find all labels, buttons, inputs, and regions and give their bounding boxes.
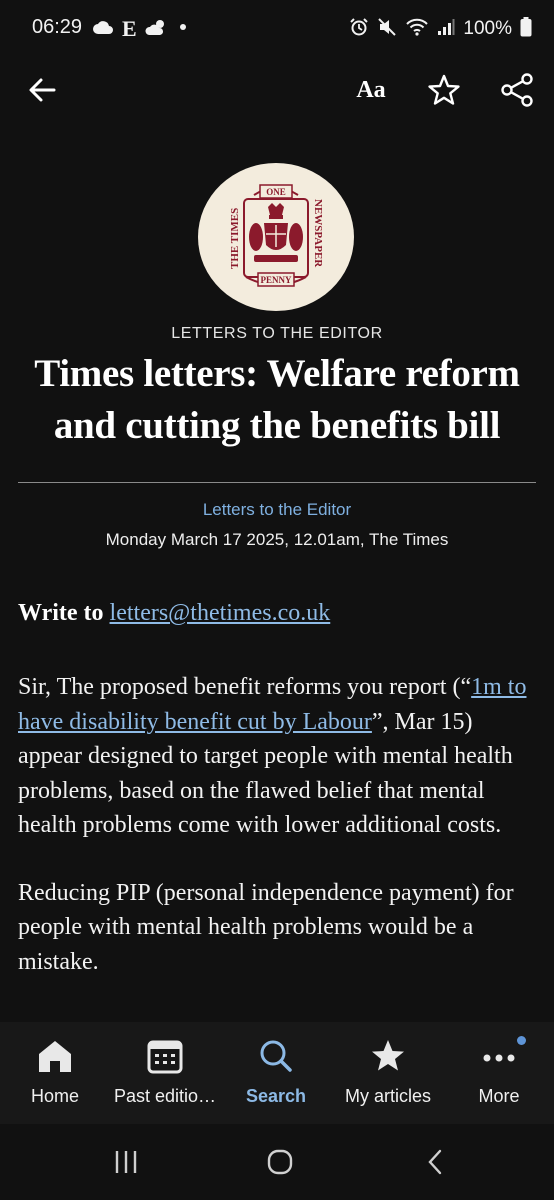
- svg-text:NEWSPAPER: NEWSPAPER: [312, 199, 324, 268]
- nav-label-search: Search: [245, 1086, 307, 1106]
- notification-dot: [517, 1036, 526, 1045]
- battery-percent: 100%: [463, 18, 512, 39]
- byline-section-link[interactable]: Letters to the Editor: [0, 500, 554, 520]
- system-back-button[interactable]: [420, 1146, 452, 1178]
- star-filled-icon: [368, 1036, 408, 1076]
- article-paragraph-1: Sir, The proposed benefit reforms you re…: [18, 670, 538, 843]
- arrow-left-icon: [29, 78, 56, 102]
- nav-item-more[interactable]: More: [444, 1022, 554, 1124]
- status-left-icons: E: [92, 16, 189, 42]
- header-divider: [18, 482, 536, 483]
- nav-item-search[interactable]: Search: [220, 1022, 332, 1124]
- times-logo: ONE PENNY THE TIMES NEWSPAPER: [198, 163, 354, 311]
- nav-label-my-articles: My articles: [344, 1086, 431, 1106]
- recent-apps-icon: [115, 1151, 137, 1173]
- nav-label-past-editions: Past editio…: [113, 1086, 217, 1106]
- system-nav-bar: [0, 1124, 554, 1200]
- mute-icon: [377, 17, 397, 42]
- write-to-prefix: Write to: [18, 600, 104, 626]
- font-size-button[interactable]: Aa: [350, 72, 392, 108]
- svg-text:ONE: ONE: [266, 187, 286, 197]
- weather-icon: [145, 17, 169, 42]
- dot-icon: [177, 20, 189, 38]
- share-button[interactable]: [497, 70, 537, 110]
- letters-email-link[interactable]: letters@thetimes.co.uk: [110, 600, 331, 626]
- svg-text:THE TIMES: THE TIMES: [229, 208, 241, 269]
- share-icon: [501, 73, 533, 107]
- nav-label-more: More: [478, 1086, 520, 1106]
- svg-text:PENNY: PENNY: [261, 275, 292, 285]
- search-icon: [256, 1036, 296, 1076]
- cloud-icon: [92, 19, 114, 40]
- nav-item-my-articles[interactable]: My articles: [332, 1022, 444, 1124]
- paragraph-1-before: Sir, The proposed benefit reforms you re…: [18, 674, 472, 700]
- write-to-line: Write to letters@thetimes.co.uk: [18, 600, 538, 627]
- wifi-icon: [405, 17, 429, 42]
- more-icon: [479, 1036, 519, 1076]
- e-letter-icon: E: [122, 16, 137, 41]
- chevron-left-icon: [428, 1149, 442, 1175]
- nav-item-past-editions[interactable]: Past editio…: [110, 1022, 220, 1124]
- status-right: 100%: [349, 16, 532, 42]
- home-system-button[interactable]: [264, 1146, 296, 1178]
- alarm-icon: [349, 17, 369, 42]
- star-outline-icon: [428, 74, 460, 105]
- byline-date: Monday March 17 2025, 12.01am, The Times: [105, 530, 449, 549]
- bottom-nav: Home Past editio… Search My articles Mor…: [0, 1022, 554, 1124]
- article-headline: Times letters: Welfare reform and cuttin…: [34, 352, 520, 447]
- status-time: 06:29: [32, 16, 83, 38]
- calendar-icon: [145, 1036, 185, 1076]
- home-circle-icon: [267, 1149, 293, 1175]
- article-body: Sir, The proposed benefit reforms you re…: [18, 670, 538, 1022]
- nav-item-home[interactable]: Home: [0, 1022, 110, 1124]
- battery-icon: [520, 16, 532, 42]
- home-icon: [35, 1036, 75, 1076]
- status-bar: 06:29 E 100%: [0, 0, 554, 58]
- save-article-button[interactable]: [424, 70, 464, 110]
- app-bar: Aa: [0, 58, 554, 122]
- nav-label-home: Home: [30, 1086, 79, 1106]
- signal-icon: [437, 18, 455, 41]
- times-crest-logo: ONE PENNY THE TIMES NEWSPAPER: [229, 184, 324, 287]
- section-kicker: LETTERS TO THE EDITOR: [171, 325, 383, 342]
- article-paragraph-2: Reducing PIP (personal independence paym…: [18, 879, 514, 975]
- back-button[interactable]: [24, 72, 62, 108]
- recent-apps-button[interactable]: [110, 1146, 142, 1178]
